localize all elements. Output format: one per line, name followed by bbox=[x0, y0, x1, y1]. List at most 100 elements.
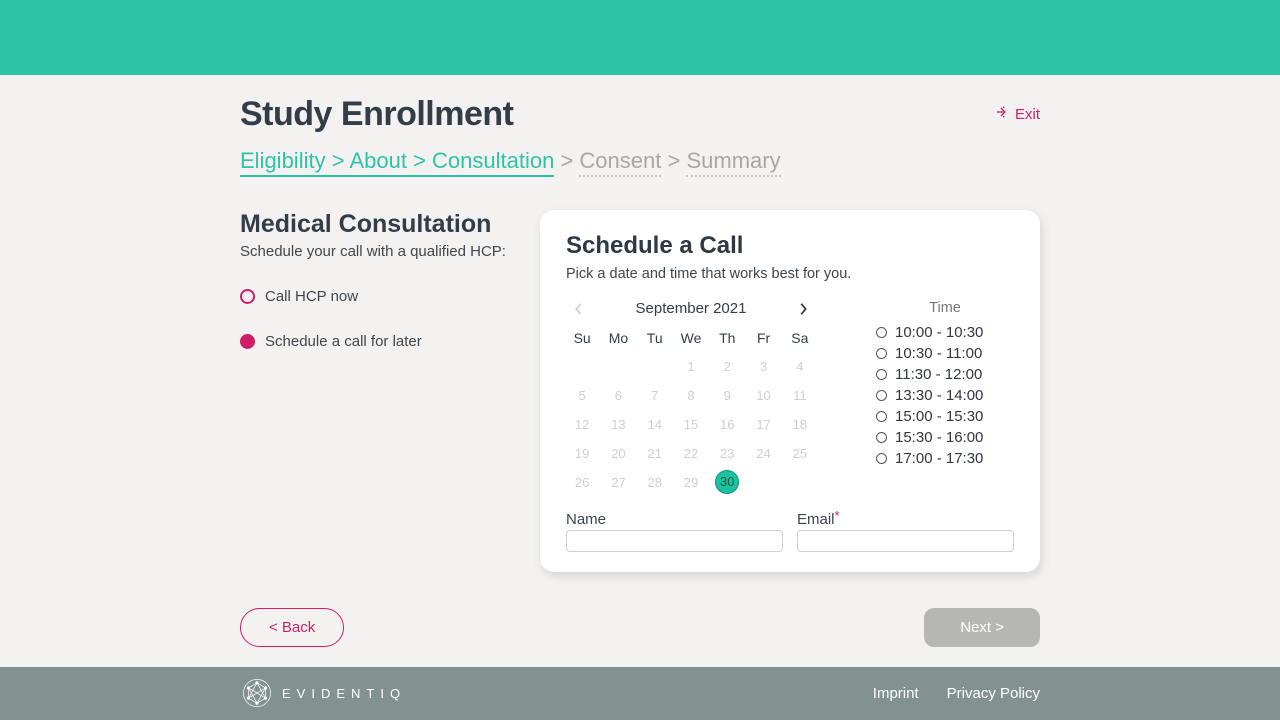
exit-icon bbox=[995, 104, 1011, 124]
time-slot[interactable]: 17:00 - 17:30 bbox=[876, 450, 1014, 467]
calendar-dow: Sa bbox=[784, 326, 816, 350]
radio-icon bbox=[240, 289, 255, 304]
calendar-day[interactable]: 1 bbox=[675, 354, 707, 379]
option-call-now[interactable]: Call HCP now bbox=[240, 288, 520, 305]
calendar-dow: Mo bbox=[602, 326, 634, 350]
footer-logo: EVIDENTIQ bbox=[240, 676, 406, 710]
calendar-day[interactable]: 25 bbox=[784, 441, 816, 466]
calendar-day[interactable]: 15 bbox=[675, 412, 707, 437]
calendar-day[interactable]: 29 bbox=[675, 470, 707, 495]
name-label: Name bbox=[566, 511, 783, 528]
chevron-right-icon: > bbox=[661, 148, 686, 173]
time-slot-label: 17:00 - 17:30 bbox=[895, 450, 983, 467]
calendar-day[interactable]: 28 bbox=[639, 470, 671, 495]
calendar-day[interactable]: 8 bbox=[675, 383, 707, 408]
calendar-day[interactable]: 22 bbox=[675, 441, 707, 466]
name-input[interactable] bbox=[566, 530, 783, 552]
radio-icon bbox=[876, 432, 887, 443]
radio-icon bbox=[240, 334, 255, 349]
breadcrumb-step[interactable]: About bbox=[349, 148, 407, 177]
calendar-day[interactable]: 26 bbox=[566, 470, 598, 495]
radio-icon bbox=[876, 390, 887, 401]
calendar-day[interactable]: 19 bbox=[566, 441, 598, 466]
calendar-day[interactable]: 17 bbox=[747, 412, 779, 437]
calendar-day[interactable]: 2 bbox=[711, 354, 743, 379]
next-button[interactable]: Next > bbox=[924, 608, 1040, 647]
breadcrumb: Eligibility > About > Consultation > Con… bbox=[240, 148, 1040, 178]
time-slot-label: 15:00 - 15:30 bbox=[895, 408, 983, 425]
section-subtitle: Schedule your call with a qualified HCP: bbox=[240, 243, 520, 260]
radio-icon bbox=[876, 348, 887, 359]
time-slot[interactable]: 15:00 - 15:30 bbox=[876, 408, 1014, 425]
email-label: Email* bbox=[797, 511, 1014, 528]
footer: EVIDENTIQ Imprint Privacy Policy bbox=[0, 667, 1280, 720]
calendar-dow: Th bbox=[711, 326, 743, 350]
top-banner bbox=[0, 0, 1280, 75]
calendar-month: September 2021 bbox=[636, 300, 747, 317]
exit-label: Exit bbox=[1015, 106, 1040, 123]
option-schedule-later-label: Schedule a call for later bbox=[265, 333, 422, 350]
time-slot[interactable]: 13:30 - 14:00 bbox=[876, 387, 1014, 404]
footer-imprint-link[interactable]: Imprint bbox=[873, 685, 919, 702]
option-call-now-label: Call HCP now bbox=[265, 288, 358, 305]
schedule-card: Schedule a Call Pick a date and time tha… bbox=[540, 210, 1040, 572]
calendar-next-button[interactable] bbox=[794, 300, 812, 318]
footer-brand: EVIDENTIQ bbox=[282, 686, 406, 701]
calendar-day[interactable]: 14 bbox=[639, 412, 671, 437]
time-slot-label: 10:00 - 10:30 bbox=[895, 324, 983, 341]
time-slot-label: 13:30 - 14:00 bbox=[895, 387, 983, 404]
breadcrumb-step: Consent bbox=[579, 148, 661, 177]
calendar-day[interactable]: 24 bbox=[747, 441, 779, 466]
back-button[interactable]: < Back bbox=[240, 608, 344, 647]
calendar-day[interactable]: 30 bbox=[715, 470, 739, 494]
time-slot[interactable]: 11:30 - 12:00 bbox=[876, 366, 1014, 383]
time-slot[interactable]: 10:00 - 10:30 bbox=[876, 324, 1014, 341]
time-slot[interactable]: 15:30 - 16:00 bbox=[876, 429, 1014, 446]
calendar-day[interactable]: 21 bbox=[639, 441, 671, 466]
calendar-day[interactable]: 16 bbox=[711, 412, 743, 437]
radio-icon bbox=[876, 327, 887, 338]
section-title: Medical Consultation bbox=[240, 210, 520, 239]
calendar-day[interactable]: 12 bbox=[566, 412, 598, 437]
radio-icon bbox=[876, 369, 887, 380]
calendar-day[interactable]: 10 bbox=[747, 383, 779, 408]
calendar-day[interactable]: 6 bbox=[602, 383, 634, 408]
chevron-right-icon: > bbox=[326, 148, 350, 177]
time-slot-label: 10:30 - 11:00 bbox=[895, 345, 982, 362]
calendar-day[interactable]: 3 bbox=[747, 354, 779, 379]
calendar-day[interactable]: 5 bbox=[566, 383, 598, 408]
breadcrumb-step: Summary bbox=[686, 148, 780, 177]
breadcrumb-step[interactable]: Eligibility bbox=[240, 148, 326, 177]
page-title: Study Enrollment bbox=[240, 95, 513, 134]
time-slot-label: 11:30 - 12:00 bbox=[895, 366, 982, 383]
calendar-day[interactable]: 20 bbox=[602, 441, 634, 466]
calendar-dow: Fr bbox=[747, 326, 779, 350]
option-schedule-later[interactable]: Schedule a call for later bbox=[240, 333, 520, 350]
main-content: Study Enrollment Exit Eligibility > Abou… bbox=[0, 75, 1280, 667]
time-slot-label: 15:30 - 16:00 bbox=[895, 429, 983, 446]
calendar-day[interactable]: 4 bbox=[784, 354, 816, 379]
calendar-day[interactable]: 23 bbox=[711, 441, 743, 466]
calendar-dow: Su bbox=[566, 326, 598, 350]
exit-link[interactable]: Exit bbox=[995, 104, 1040, 124]
radio-icon bbox=[876, 411, 887, 422]
calendar-day[interactable]: 13 bbox=[602, 412, 634, 437]
calendar-prev-button[interactable] bbox=[570, 300, 588, 318]
footer-privacy-link[interactable]: Privacy Policy bbox=[947, 685, 1040, 702]
calendar-day[interactable]: 9 bbox=[711, 383, 743, 408]
email-input[interactable] bbox=[797, 530, 1014, 552]
radio-icon bbox=[876, 453, 887, 464]
calendar-day[interactable]: 27 bbox=[602, 470, 634, 495]
calendar-day[interactable]: 11 bbox=[784, 383, 816, 408]
calendar-dow: We bbox=[675, 326, 707, 350]
breadcrumb-step[interactable]: Consultation bbox=[432, 148, 554, 177]
card-subtitle: Pick a date and time that works best for… bbox=[566, 266, 1014, 282]
chevron-right-icon: > bbox=[554, 148, 579, 173]
time-slot[interactable]: 10:30 - 11:00 bbox=[876, 345, 1014, 362]
time-column: Time 10:00 - 10:30 10:30 - 11:00 11:30 - 1… bbox=[876, 300, 1014, 495]
calendar-day[interactable]: 18 bbox=[784, 412, 816, 437]
card-title: Schedule a Call bbox=[566, 232, 1014, 260]
calendar-day[interactable]: 7 bbox=[639, 383, 671, 408]
calendar: September 2021 SuMoTuWeThFrSa12345678910… bbox=[566, 300, 816, 495]
time-heading: Time bbox=[876, 300, 1014, 316]
